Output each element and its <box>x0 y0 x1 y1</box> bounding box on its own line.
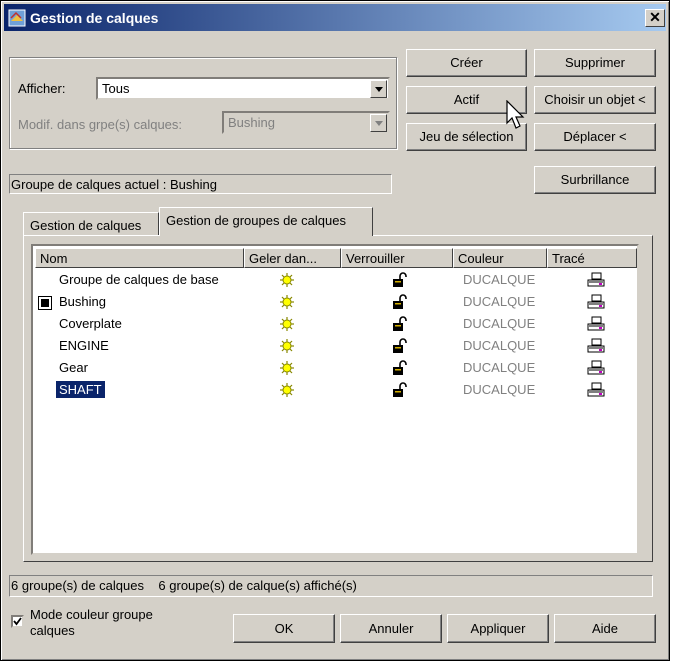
move-button-label: Déplacer < <box>563 129 627 144</box>
printer-icon[interactable] <box>587 338 605 354</box>
printer-icon[interactable] <box>587 316 605 332</box>
row-name: SHAFT <box>56 381 105 398</box>
table-row[interactable]: ENGINE DUCALQUE <box>33 336 637 358</box>
ok-button[interactable]: OK <box>233 614 335 643</box>
row-color[interactable]: DUCALQUE <box>463 316 535 331</box>
status-bar: 6 groupe(s) de calques 6 groupe(s) de ca… <box>9 575 653 597</box>
choose-object-button-label: Choisir un objet < <box>544 92 646 107</box>
highlight-button-label: Surbrillance <box>560 172 630 187</box>
freeze-sun-icon[interactable] <box>279 294 295 310</box>
column-header-color[interactable]: Couleur <box>453 248 547 268</box>
tab-layer-group-management[interactable]: Gestion de groupes de calques <box>159 207 373 236</box>
cancel-button[interactable]: Annuler <box>340 614 442 643</box>
freeze-sun-icon[interactable] <box>279 338 295 354</box>
ok-button-label: OK <box>274 621 294 636</box>
row-color[interactable]: DUCALQUE <box>463 294 535 309</box>
row-color[interactable]: DUCALQUE <box>463 272 535 287</box>
unlocked-padlock-icon[interactable] <box>392 272 408 288</box>
create-button[interactable]: Créer <box>406 49 527 77</box>
table-row[interactable]: Groupe de calques de base DUCALQUE <box>33 270 637 292</box>
tab-layer-management[interactable]: Gestion de calques <box>23 212 159 236</box>
row-name: Groupe de calques de base <box>59 272 219 287</box>
choose-object-button[interactable]: Choisir un objet < <box>534 86 656 114</box>
status-text: 6 groupe(s) de calques 6 groupe(s) de ca… <box>11 578 357 593</box>
create-button-label: Créer <box>450 55 483 70</box>
row-color[interactable]: DUCALQUE <box>463 382 535 397</box>
show-label: Afficher: <box>18 81 66 96</box>
layer-group-list[interactable]: Nom Geler dan... Verrouiller Couleur Tra… <box>31 244 639 555</box>
column-header-lock[interactable]: Verrouiller <box>341 248 453 268</box>
row-name: Coverplate <box>59 316 122 331</box>
layers-app-icon <box>8 9 26 27</box>
highlight-button[interactable]: Surbrillance <box>534 166 656 194</box>
title-bar[interactable]: Gestion de calques ✕ <box>4 4 666 31</box>
apply-button[interactable]: Appliquer <box>447 614 549 643</box>
unlocked-padlock-icon[interactable] <box>392 316 408 332</box>
close-button[interactable]: ✕ <box>645 9 665 27</box>
row-name: ENGINE <box>59 338 109 353</box>
tab-layer-management-label: Gestion de calques <box>30 218 142 233</box>
printer-icon[interactable] <box>587 272 605 288</box>
chevron-down-icon[interactable] <box>370 114 387 132</box>
row-color[interactable]: DUCALQUE <box>463 360 535 375</box>
close-icon: ✕ <box>649 9 661 25</box>
show-dropdown-value: Tous <box>102 81 130 96</box>
modif-label: Modif. dans grpe(s) calques: <box>18 117 183 132</box>
current-group-field: Groupe de calques actuel : Bushing <box>9 174 392 194</box>
unlocked-padlock-icon[interactable] <box>392 360 408 376</box>
printer-icon[interactable] <box>587 294 605 310</box>
unlocked-padlock-icon[interactable] <box>392 294 408 310</box>
color-mode-label-line2: calques <box>30 623 75 638</box>
help-button[interactable]: Aide <box>554 614 656 643</box>
freeze-sun-icon[interactable] <box>279 316 295 332</box>
freeze-sun-icon[interactable] <box>279 272 295 288</box>
checkmark-icon <box>13 617 22 626</box>
table-row[interactable]: Coverplate DUCALQUE <box>33 314 637 336</box>
color-mode-checkbox[interactable] <box>11 615 24 628</box>
mouse-cursor-icon <box>506 100 525 129</box>
unlocked-padlock-icon[interactable] <box>392 338 408 354</box>
table-row[interactable]: Bushing DUCALQUE <box>33 292 637 314</box>
table-row[interactable]: Gear DUCALQUE <box>33 358 637 380</box>
freeze-sun-icon[interactable] <box>279 382 295 398</box>
layer-manager-dialog: Gestion de calques ✕ Afficher: Tous Modi… <box>0 0 670 661</box>
table-row[interactable]: SHAFT DUCALQUE <box>33 380 637 402</box>
chevron-down-icon[interactable] <box>370 80 387 98</box>
modif-dropdown-value: Bushing <box>228 115 275 130</box>
filter-group <box>9 57 397 149</box>
cancel-button-label: Annuler <box>368 621 414 636</box>
column-header-name[interactable]: Nom <box>35 248 244 268</box>
current-group-text: Groupe de calques actuel : Bushing <box>11 177 217 192</box>
color-mode-label-line1: Mode couleur groupe <box>30 607 153 622</box>
delete-button[interactable]: Supprimer <box>534 49 656 77</box>
window-title: Gestion de calques <box>30 10 159 26</box>
modif-group-dropdown[interactable]: Bushing <box>222 111 390 134</box>
current-group-marker-icon <box>38 296 52 310</box>
column-header-freeze[interactable]: Geler dan... <box>244 248 341 268</box>
row-color[interactable]: DUCALQUE <box>463 338 535 353</box>
printer-icon[interactable] <box>587 382 605 398</box>
freeze-sun-icon[interactable] <box>279 360 295 376</box>
row-name: Gear <box>59 360 88 375</box>
row-name: Bushing <box>59 294 106 309</box>
delete-button-label: Supprimer <box>565 55 625 70</box>
printer-icon[interactable] <box>587 360 605 376</box>
apply-button-label: Appliquer <box>470 621 526 636</box>
column-header-plot[interactable]: Tracé <box>547 248 637 268</box>
unlocked-padlock-icon[interactable] <box>392 382 408 398</box>
show-dropdown[interactable]: Tous <box>96 77 390 100</box>
tab-layer-group-management-label: Gestion de groupes de calques <box>166 213 346 228</box>
move-button[interactable]: Déplacer < <box>534 123 656 151</box>
help-button-label: Aide <box>591 621 619 636</box>
